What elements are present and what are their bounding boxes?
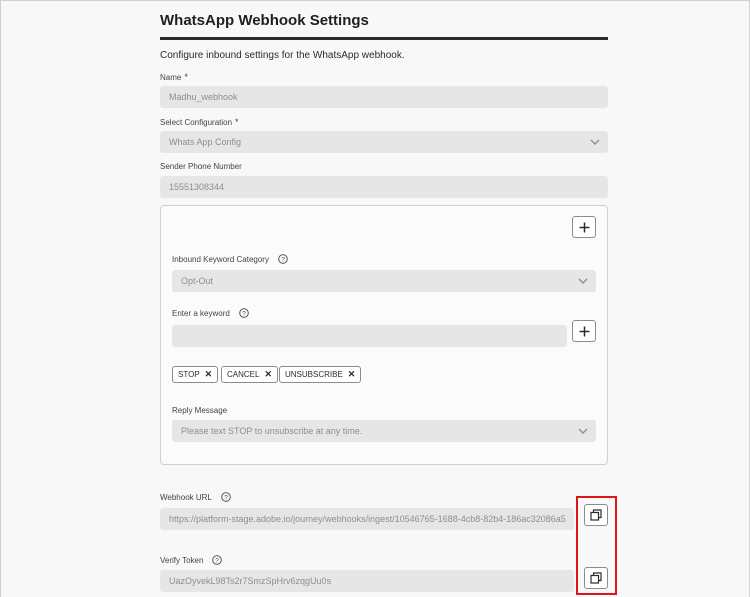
name-label: Name * [160,72,188,82]
configuration-label-text: Select Configuration [160,117,233,127]
keyword-category-select[interactable]: Opt-Out [172,270,596,292]
webhook-url-value: https://platform-stage.adobe.io/journey/… [169,514,566,524]
keyword-tag-label: UNSUBSCRIBE [285,370,343,379]
verify-token-value: UazOyvekL98Ts2r7SmzSpHrv6zqgUu0s [169,576,332,586]
svg-text:?: ? [242,310,246,317]
verify-token-label-text: Verify Token [160,555,204,565]
keyword-tag: UNSUBSCRIBE ✕ [279,366,362,383]
keyword-category-label-text: Inbound Keyword Category [172,254,269,264]
keyword-tag-label: STOP [178,370,200,379]
verify-token-label: Verify Token ? [160,555,223,565]
add-keyword-group-button[interactable] [572,216,596,238]
chevron-down-icon [578,428,588,434]
name-input-value: Madhu_webhook [169,92,238,102]
name-input[interactable]: Madhu_webhook [160,86,608,108]
keyword-tag: CANCEL ✕ [221,366,278,383]
chevron-down-icon [590,139,600,145]
chevron-down-icon [578,278,588,284]
keyword-tag-label: CANCEL [227,370,260,379]
sender-phone-value: 15551308344 [169,182,225,192]
page-title: WhatsApp Webhook Settings [160,12,369,29]
plus-icon [579,326,589,336]
keyword-tag: STOP ✕ [172,366,219,383]
keyword-input[interactable] [172,325,567,347]
keyword-category-label: Inbound Keyword Category ? [172,254,288,264]
sender-phone-input[interactable]: 15551308344 [160,176,608,198]
help-circle-icon[interactable]: ? [212,555,223,565]
webhook-url-label: Webhook URL ? [160,492,231,502]
configuration-select-value: Whats App Config [169,137,242,147]
add-keyword-button[interactable] [572,320,596,342]
configuration-label: Select Configuration * [160,117,239,127]
required-mark: * [184,72,188,82]
reply-message-label-text: Reply Message [172,406,228,415]
verify-token-field[interactable]: UazOyvekL98Ts2r7SmzSpHrv6zqgUu0s [160,570,574,592]
help-circle-icon[interactable]: ? [239,308,249,318]
webhook-url-label-text: Webhook URL [160,492,212,502]
close-icon[interactable]: ✕ [264,369,272,380]
page-description: Configure inbound settings for the Whats… [160,50,405,61]
reply-message-label: Reply Message [172,406,227,415]
configuration-select[interactable]: Whats App Config [160,131,608,153]
required-mark: * [235,117,239,127]
webhook-url-field[interactable]: https://platform-stage.adobe.io/journey/… [160,508,574,530]
svg-text:?: ? [216,557,220,564]
reply-message-placeholder: Please text STOP to unsubscribe at any t… [181,426,363,436]
close-icon[interactable]: ✕ [348,369,356,380]
title-divider [160,37,608,40]
keyword-label-text: Enter a keyword [172,308,230,318]
help-circle-icon[interactable]: ? [278,254,288,264]
help-circle-icon[interactable]: ? [221,492,231,502]
reply-message-select[interactable]: Please text STOP to unsubscribe at any t… [172,420,596,442]
sender-phone-label-text: Sender Phone Number [160,162,242,171]
keyword-label: Enter a keyword ? [172,308,249,318]
close-icon[interactable]: ✕ [205,369,213,380]
svg-text:?: ? [281,256,285,263]
svg-text:?: ? [224,494,228,501]
highlight-box [576,496,617,595]
name-label-text: Name [160,72,182,82]
keyword-category-value: Opt-Out [181,276,214,286]
plus-icon [579,222,589,232]
sender-phone-label: Sender Phone Number [160,162,242,171]
